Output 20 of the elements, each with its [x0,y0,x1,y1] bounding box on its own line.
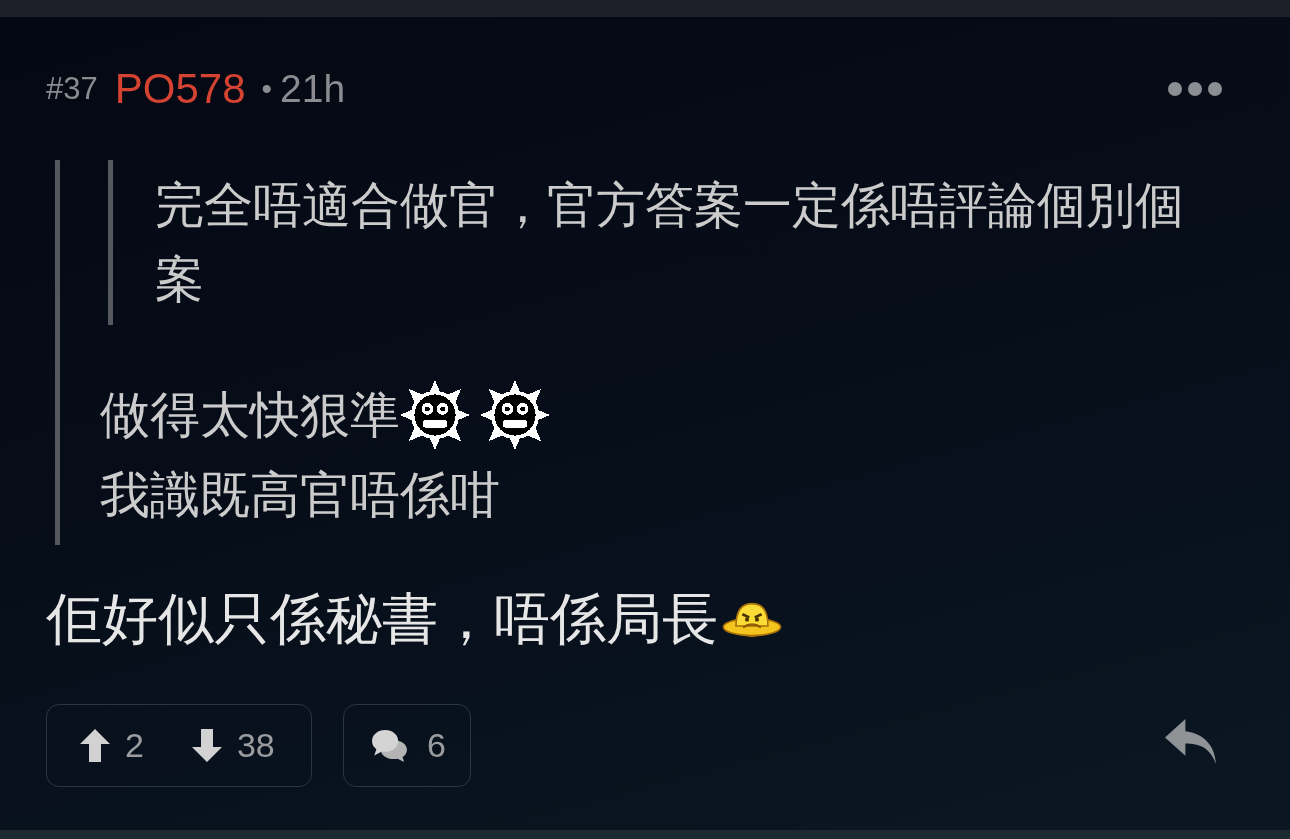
arrow-up-icon [80,729,110,762]
upvote-button[interactable]: 2 [80,726,144,765]
post-number: #37 [46,71,98,107]
speech-bubbles-icon [372,729,407,762]
quote-text: 完全唔適合做官，官方答案一定係唔評論個別個案 [155,177,1185,308]
spiky-emoticon-icon [400,380,470,450]
quote-text: 做得太快狠準 [100,385,400,445]
post-text: 佢好似只係秘書，唔係局長 [46,586,718,652]
arrow-down-icon [191,729,222,762]
reply-arrow-icon [1165,719,1218,764]
comments-button[interactable]: 6 [343,704,471,787]
downvote-button[interactable]: 38 [191,726,275,765]
more-icon [1168,82,1222,96]
quote-text: 我識既高官唔係咁 [100,465,500,525]
separator-dot: • [261,72,272,106]
spiky-emoticon-icon [480,380,550,450]
more-button[interactable] [1168,82,1222,96]
reply-button[interactable] [1165,719,1218,764]
post-time: 21h [280,67,346,111]
author-link[interactable]: PO578 [114,65,246,113]
